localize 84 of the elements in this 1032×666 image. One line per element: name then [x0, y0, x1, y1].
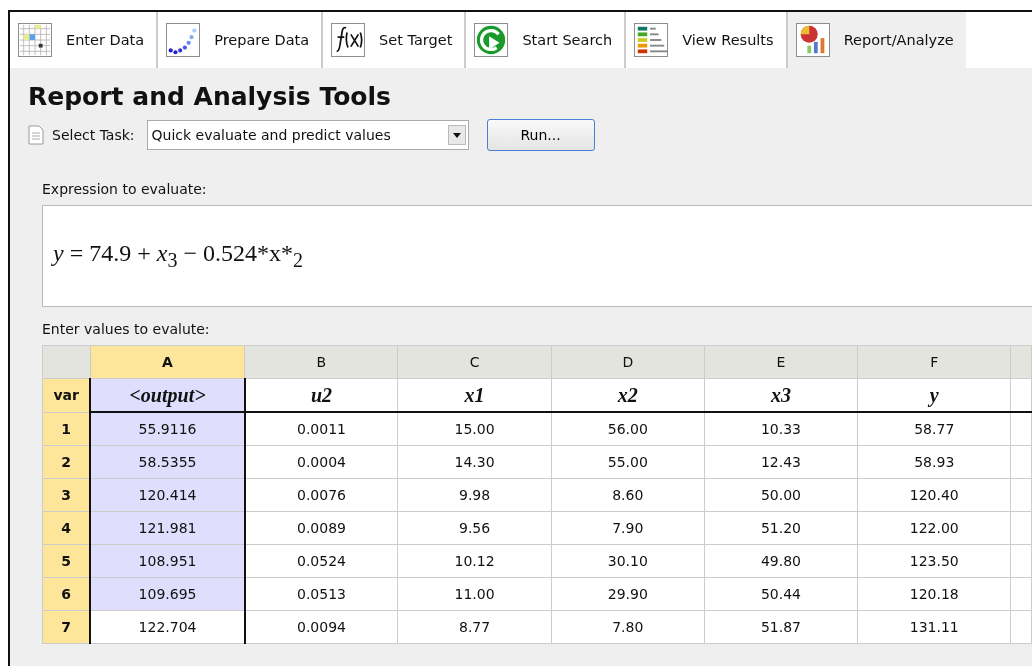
variable-name[interactable]: x2 — [551, 378, 705, 412]
function-icon — [331, 23, 366, 57]
row-header: 1 — [42, 412, 91, 446]
table-cell[interactable]: 0.0094 — [244, 610, 398, 644]
pie-bar-chart-icon — [795, 23, 830, 57]
table-cell[interactable]: 0.0513 — [244, 577, 398, 611]
task-dropdown[interactable]: Quick evaluate and predict values — [146, 120, 469, 150]
tab-label: Prepare Data — [214, 32, 310, 48]
table-cell[interactable]: 58.5355 — [90, 445, 245, 479]
variable-name[interactable]: y — [857, 378, 1011, 412]
table-cell[interactable]: 120.18 — [857, 577, 1011, 611]
tab-label: Start Search — [522, 32, 613, 48]
table-cell[interactable]: 9.56 — [398, 511, 552, 545]
row-header: 6 — [42, 577, 91, 611]
table-cell[interactable]: 58.93 — [857, 445, 1011, 479]
table-cell[interactable]: 7.90 — [551, 511, 705, 545]
tab-label: Set Target — [379, 32, 453, 48]
table-cell[interactable]: 109.695 — [90, 577, 245, 611]
table-cell[interactable]: 120.414 — [90, 478, 245, 512]
column-header[interactable]: D — [551, 345, 705, 379]
table-cell[interactable]: 51.20 — [704, 511, 858, 545]
table-cell[interactable]: 9.98 — [398, 478, 552, 512]
table-cell[interactable]: 10.33 — [704, 412, 858, 446]
table-cell[interactable]: 29.90 — [551, 577, 705, 611]
table-cell[interactable]: 58.77 — [857, 412, 1011, 446]
table-cell[interactable]: 50.44 — [704, 577, 858, 611]
variable-name[interactable]: x3 — [704, 378, 858, 412]
column-header[interactable]: F — [857, 345, 1011, 379]
table-cell[interactable]: 30.10 — [551, 544, 705, 578]
table-cell[interactable]: 55.00 — [551, 445, 705, 479]
table-cell[interactable]: 8.60 — [551, 478, 705, 512]
table-cell[interactable]: 55.9116 — [90, 412, 245, 446]
document-icon — [28, 125, 44, 145]
table-cell[interactable]: 0.0011 — [244, 412, 398, 446]
table-cell[interactable]: 51.87 — [704, 610, 858, 644]
row-header: 2 — [42, 445, 91, 479]
variable-name[interactable]: <output> — [90, 378, 245, 412]
table-cell[interactable]: 56.00 — [551, 412, 705, 446]
table-label: Enter values to evalute: — [42, 321, 210, 337]
table-cell[interactable]: 11.00 — [398, 577, 552, 611]
expression-label: Expression to evaluate: — [42, 181, 207, 197]
play-circle-icon — [474, 23, 509, 57]
table-cell[interactable]: 0.0076 — [244, 478, 398, 512]
row-header: 5 — [42, 544, 91, 578]
table-cell[interactable]: 131.11 — [857, 610, 1011, 644]
column-header[interactable]: E — [704, 345, 858, 379]
caret-icon — [447, 125, 466, 145]
table-cell[interactable]: 12.43 — [704, 445, 858, 479]
task-label: Select Task: — [52, 127, 135, 143]
table-cell[interactable]: 14.30 — [398, 445, 552, 479]
table-cell[interactable]: 108.951 — [90, 544, 245, 578]
row-header: 7 — [42, 610, 91, 644]
column-header[interactable]: B — [244, 345, 398, 379]
tab-label: Report/Analyze — [843, 32, 954, 48]
variable-name[interactable]: u2 — [244, 378, 398, 412]
row-header: 3 — [42, 478, 91, 512]
grid-icon — [18, 23, 52, 57]
list-bars-icon — [634, 23, 669, 57]
table-cell[interactable]: 50.00 — [704, 478, 858, 512]
table-cell[interactable]: 15.00 — [398, 412, 552, 446]
scatter-dots-icon — [166, 23, 201, 57]
column-header[interactable]: A — [90, 345, 245, 379]
formula: y = 74.9 + x$_{3}$ − 0.524*x*$_{2}$ — [53, 240, 303, 272]
column-header[interactable]: C — [398, 345, 552, 379]
table-cell[interactable]: 49.80 — [704, 544, 858, 578]
row-header: 4 — [42, 511, 91, 545]
row-header: var — [42, 378, 91, 412]
variable-name[interactable]: x1 — [398, 378, 552, 412]
table-cell[interactable]: 122.704 — [90, 610, 245, 644]
table-cell[interactable]: 8.77 — [398, 610, 552, 644]
tab-label: Enter Data — [66, 32, 145, 48]
run-button[interactable]: Run... — [486, 119, 595, 151]
page-title: Report and Analysis Tools — [28, 82, 392, 111]
table-cell[interactable]: 122.00 — [857, 511, 1011, 545]
table-cell[interactable]: 123.50 — [857, 544, 1011, 578]
table-cell[interactable]: 7.80 — [551, 610, 705, 644]
table-cell[interactable]: 0.0089 — [244, 511, 398, 545]
tab-label: View Results — [682, 32, 774, 48]
table-cell[interactable]: 0.0004 — [244, 445, 398, 479]
table-cell[interactable]: 10.12 — [398, 544, 552, 578]
table-cell[interactable]: 0.0524 — [244, 544, 398, 578]
table-cell[interactable]: 120.40 — [857, 478, 1011, 512]
table-cell[interactable]: 121.981 — [90, 511, 245, 545]
tab[interactable]: Report/Analyze — [787, 12, 966, 68]
